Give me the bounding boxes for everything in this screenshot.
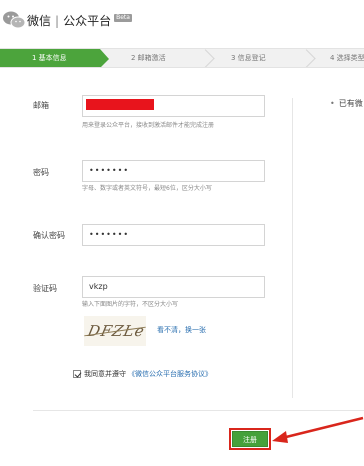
confirm-password-label: 确认密码	[33, 231, 65, 240]
brand-title[interactable]: 微信 | 公众平台 Beta	[27, 12, 132, 29]
side-note-text: 已有微	[338, 99, 363, 108]
password-hint: 字母、数字或者英文符号，最短6位，区分大小写	[82, 185, 212, 192]
password-value: •••••••	[89, 166, 130, 175]
progress-steps: 1 基本信息 2 邮箱激活 3 信息登记 4 选择类型	[0, 48, 364, 68]
step-info-registration: 3 信息登记	[231, 54, 266, 62]
agree-checkbox[interactable]	[73, 370, 81, 378]
pointer-arrow-icon	[272, 416, 364, 443]
captcha-value: vkzp	[89, 282, 108, 291]
bullet-icon: •	[330, 99, 335, 108]
brand-separator: |	[55, 14, 60, 28]
register-highlight: 注册	[229, 428, 271, 450]
header: 微信 | 公众平台 Beta	[0, 0, 364, 40]
confirm-password-field[interactable]: •••••••	[82, 224, 265, 246]
agree-text: 我同意并遵守	[84, 370, 126, 378]
step-email-activation: 2 邮箱激活	[131, 54, 166, 62]
service-agreement-link[interactable]: 《微信公众平台服务协议》	[128, 369, 212, 379]
form-divider	[33, 410, 364, 411]
step-choose-type: 4 选择类型	[330, 54, 364, 62]
step-divider-icon	[205, 49, 215, 67]
redaction-bar	[86, 99, 154, 110]
password-label: 密码	[33, 168, 49, 177]
wechat-logo-icon	[3, 11, 26, 29]
password-field[interactable]: •••••••	[82, 160, 265, 182]
refresh-captcha-link[interactable]: 看不清，换一张	[157, 325, 206, 335]
captcha-image[interactable]: DFZLe	[84, 316, 146, 346]
email-label: 邮箱	[33, 101, 49, 110]
email-hint: 用来登录公众平台，接收到激活邮件才能完成注册	[82, 122, 215, 129]
step-basic-info: 1 基本信息	[0, 49, 109, 67]
brand-name: 微信	[27, 14, 52, 28]
platform-name: 公众平台	[63, 14, 112, 28]
agreement-row: 我同意并遵守 《微信公众平台服务协议》	[73, 369, 212, 379]
captcha-field[interactable]: vkzp	[82, 276, 265, 298]
side-note: • 已有微	[330, 98, 363, 109]
captcha-label: 验证码	[33, 284, 57, 293]
captcha-hint: 输入下面图片的字符，不区分大小写	[82, 301, 179, 308]
register-button[interactable]: 注册	[232, 431, 268, 447]
beta-badge: Beta	[114, 14, 132, 22]
side-divider	[292, 98, 293, 398]
step-divider-icon	[306, 49, 316, 67]
confirm-password-value: •••••••	[89, 230, 130, 239]
